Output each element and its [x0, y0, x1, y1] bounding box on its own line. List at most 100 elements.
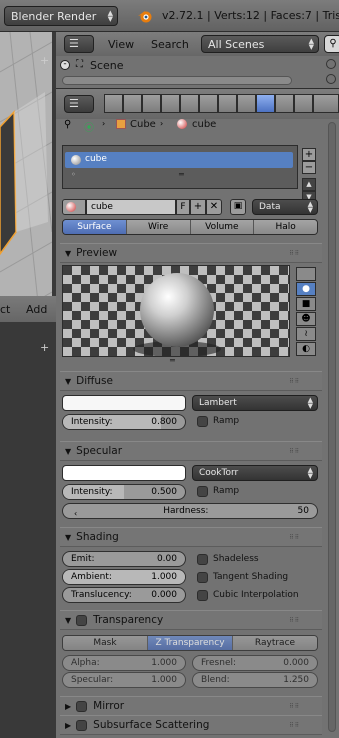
triangle-right-icon: ▶	[65, 701, 72, 711]
fake-user-button[interactable]: F	[176, 199, 190, 215]
sss-enable-checkbox[interactable]	[76, 719, 88, 731]
add-menu[interactable]: Add	[26, 303, 47, 316]
display-mode-select[interactable]: All Scenes ▲ ▼	[201, 35, 319, 53]
outliner-row-scene[interactable]: - ⛶ Scene	[60, 59, 320, 73]
ambient-value: 1.000	[151, 572, 177, 582]
triangle-down-icon: ▼	[65, 446, 72, 456]
layers-tab-icon[interactable]	[123, 94, 142, 113]
node-icon[interactable]: ▣	[230, 199, 246, 215]
render-tab-icon[interactable]	[104, 94, 123, 113]
diffuse-color-swatch[interactable]	[62, 395, 186, 411]
specular-shader-select[interactable]: CookTorr ▲ ▼	[192, 465, 318, 481]
diffuse-intensity-slider[interactable]: Intensity: 0.800	[62, 414, 186, 430]
render-engine-select[interactable]: Blender Render ▲ ▼	[4, 6, 118, 26]
transparency-enable-checkbox[interactable]	[76, 614, 88, 626]
tab-raytrace[interactable]: Raytrace	[233, 636, 317, 650]
fresnel-label: Fresnel:	[201, 658, 237, 668]
alpha-field[interactable]: Alpha: 1.000	[62, 655, 186, 671]
unlink-material-button[interactable]: ✕	[206, 199, 222, 215]
editor-type-button[interactable]: ☰	[64, 35, 94, 53]
material-name-field[interactable]: cube	[86, 199, 176, 215]
sky-preview-button[interactable]: ◐	[296, 342, 316, 356]
data-tab-icon[interactable]	[237, 94, 256, 113]
chevron-left-icon[interactable]: ‹	[74, 509, 77, 518]
drag-grip-icon[interactable]: ⠿⠿	[289, 617, 300, 624]
specular-color-swatch[interactable]	[62, 465, 186, 481]
preview-panel-header[interactable]: ▼ Preview ⠿⠿	[60, 243, 322, 263]
breadcrumb-object: Cube	[130, 119, 156, 130]
updown-icon: ▲ ▼	[307, 200, 313, 214]
sphere-preview-button[interactable]: ●	[296, 282, 316, 296]
shading-panel-header[interactable]: ▼ Shading ⠿⠿	[60, 527, 322, 547]
shadeless-checkbox[interactable]	[197, 554, 208, 565]
particles-tab-icon[interactable]	[294, 94, 313, 113]
resize-grip-icon[interactable]: ═	[170, 356, 175, 365]
ambient-field[interactable]: Ambient: 1.000	[62, 569, 186, 585]
diffuse-shader-select[interactable]: Lambert ▲ ▼	[192, 395, 318, 411]
diffuse-ramp-checkbox[interactable]	[197, 416, 208, 427]
transparency-panel-header[interactable]: ▼ Transparency ⠿⠿	[60, 610, 322, 630]
vertical-scrollbar[interactable]	[328, 122, 336, 732]
new-material-button[interactable]: +	[190, 199, 206, 215]
resize-grip-icon[interactable]: ═	[179, 170, 184, 179]
drag-grip-icon[interactable]: ⠿⠿	[289, 250, 300, 257]
plus-icon[interactable]: +	[40, 341, 49, 354]
tab-surface[interactable]: Surface	[63, 220, 127, 234]
specular-panel-header[interactable]: ▼ Specular ⠿⠿	[60, 441, 322, 461]
emit-field[interactable]: Emit: 0.00	[62, 551, 186, 567]
move-up-button[interactable]: ▲	[302, 178, 316, 191]
specular-alpha-field[interactable]: Specular: 1.000	[62, 672, 186, 688]
cube-preview-button[interactable]: ■	[296, 297, 316, 311]
link-mode-select[interactable]: Data ▲ ▼	[252, 199, 318, 215]
specular-intensity-slider[interactable]: Intensity: 0.500	[62, 484, 186, 500]
hair-preview-button[interactable]: ≀	[296, 327, 316, 341]
specular-intensity-value: 0.500	[151, 487, 177, 497]
tab-halo[interactable]: Halo	[254, 220, 317, 234]
hardness-field[interactable]: ‹ Hardness: 50	[62, 503, 318, 519]
material-browse-button[interactable]	[62, 199, 86, 215]
constraints-tab-icon[interactable]	[199, 94, 218, 113]
modifiers-tab-icon[interactable]	[218, 94, 237, 113]
editor-type-button[interactable]: ☰	[64, 95, 94, 113]
drag-grip-icon[interactable]: ⠿⠿	[289, 703, 300, 710]
cubic-interpolation-checkbox[interactable]	[197, 590, 208, 601]
sss-panel-header[interactable]: ▶ Subsurface Scattering ⠿⠿	[60, 715, 322, 735]
plus-icon[interactable]: +	[40, 54, 49, 67]
add-slot-button[interactable]: +	[302, 148, 316, 161]
mirror-enable-checkbox[interactable]	[76, 700, 88, 712]
viewport-3d[interactable]	[0, 32, 52, 322]
blend-field[interactable]: Blend: 1.250	[192, 672, 318, 688]
tab-volume[interactable]: Volume	[190, 220, 255, 234]
material-slot-row[interactable]: cube	[65, 152, 293, 168]
tab-wire[interactable]: Wire	[126, 220, 191, 234]
tangent-shading-checkbox[interactable]	[197, 572, 208, 583]
tab-z-transparency[interactable]: Z Transparency	[148, 636, 233, 650]
object-tab-icon[interactable]	[180, 94, 199, 113]
physics-tab-icon[interactable]	[313, 94, 339, 113]
monkey-preview-button[interactable]: ☻	[296, 312, 316, 326]
scene-tab-icon[interactable]	[142, 94, 161, 113]
drag-grip-icon[interactable]: ⠿⠿	[289, 378, 300, 385]
drag-grip-icon[interactable]: ⠿⠿	[289, 448, 300, 455]
drag-grip-icon[interactable]: ⠿⠿	[289, 534, 300, 541]
world-tab-icon[interactable]	[161, 94, 180, 113]
search-menu[interactable]: Search	[151, 38, 189, 51]
view-menu[interactable]: View	[108, 38, 134, 51]
translucency-field[interactable]: Translucency: 0.000	[62, 587, 186, 603]
outliner-hscrollbar[interactable]	[62, 76, 292, 85]
search-icon[interactable]: ⚲	[324, 35, 339, 53]
remove-slot-button[interactable]: −	[302, 161, 316, 174]
flat-preview-button[interactable]	[296, 267, 316, 281]
mirror-panel-header[interactable]: ▶ Mirror ⠿⠿	[60, 696, 322, 716]
texture-tab-icon[interactable]	[275, 94, 294, 113]
specular-ramp-checkbox[interactable]	[197, 486, 208, 497]
fresnel-field[interactable]: Fresnel: 0.000	[192, 655, 318, 671]
diffuse-panel-header[interactable]: ▼ Diffuse ⠿⠿	[60, 371, 322, 391]
material-tab-icon[interactable]	[256, 94, 275, 113]
drag-grip-icon[interactable]: ⠿⠿	[289, 722, 300, 729]
material-slot-list[interactable]: cube ═ ◦	[62, 145, 298, 189]
tab-mask[interactable]: Mask	[63, 636, 148, 650]
viewport-menu-item[interactable]: ct	[0, 303, 10, 316]
collapse-icon[interactable]: -	[60, 60, 70, 70]
pin-icon[interactable]: ⚲	[64, 119, 71, 130]
